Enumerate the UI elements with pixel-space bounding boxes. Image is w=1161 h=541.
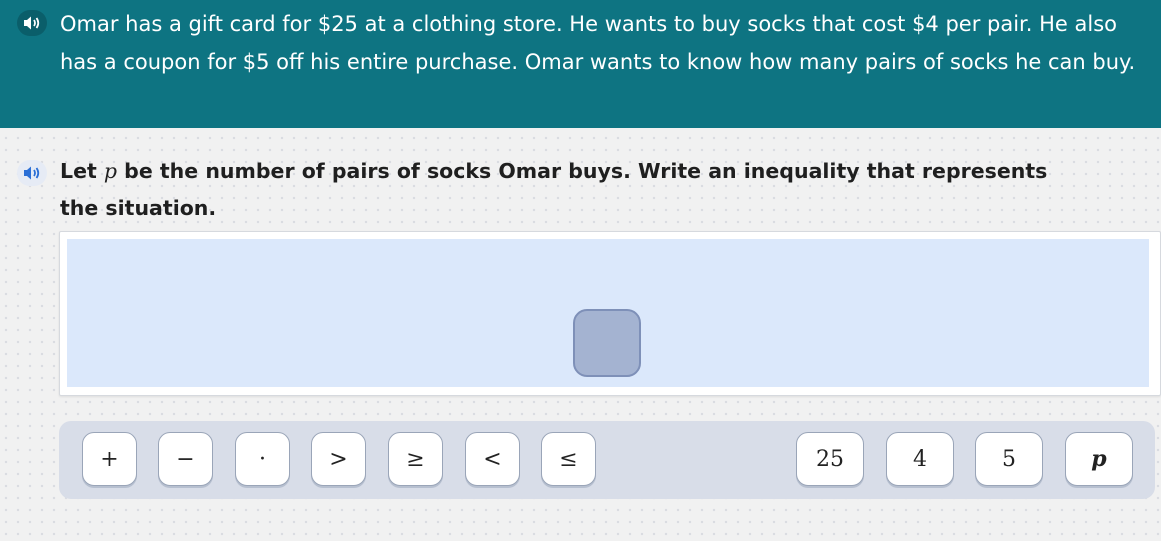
tile-greater-equal[interactable]: ≥ — [388, 432, 443, 486]
answer-slot[interactable] — [573, 309, 641, 377]
question-prompt: Let p be the number of pairs of socks Om… — [60, 153, 1060, 227]
tile-minus[interactable]: − — [158, 432, 213, 486]
question-suffix: be the number of pairs of socks Omar buy… — [60, 159, 1048, 220]
tile-4[interactable]: 4 — [886, 432, 954, 486]
tile-less-than[interactable]: < — [465, 432, 520, 486]
answer-card — [59, 231, 1161, 396]
tile-plus[interactable]: + — [82, 432, 137, 486]
tile-multiply[interactable]: · — [235, 432, 290, 486]
answer-drop-area[interactable] — [67, 239, 1149, 387]
tile-less-equal[interactable]: ≤ — [541, 432, 596, 486]
problem-statement: Omar has a gift card for $25 at a clothi… — [60, 12, 1136, 74]
question-audio-button[interactable] — [17, 160, 47, 186]
speaker-icon — [24, 16, 40, 30]
tile-tray: + − · > ≥ < ≤ 25 4 5 p — [59, 421, 1155, 499]
tile-p[interactable]: p — [1065, 432, 1133, 486]
question-variable: p — [103, 159, 118, 183]
tile-25[interactable]: 25 — [796, 432, 864, 486]
question-prefix: Let — [60, 159, 104, 183]
problem-banner: Omar has a gift card for $25 at a clothi… — [0, 0, 1161, 128]
tile-5[interactable]: 5 — [975, 432, 1043, 486]
banner-audio-button[interactable] — [17, 10, 47, 36]
speaker-icon — [24, 166, 40, 180]
tile-greater-than[interactable]: > — [311, 432, 366, 486]
